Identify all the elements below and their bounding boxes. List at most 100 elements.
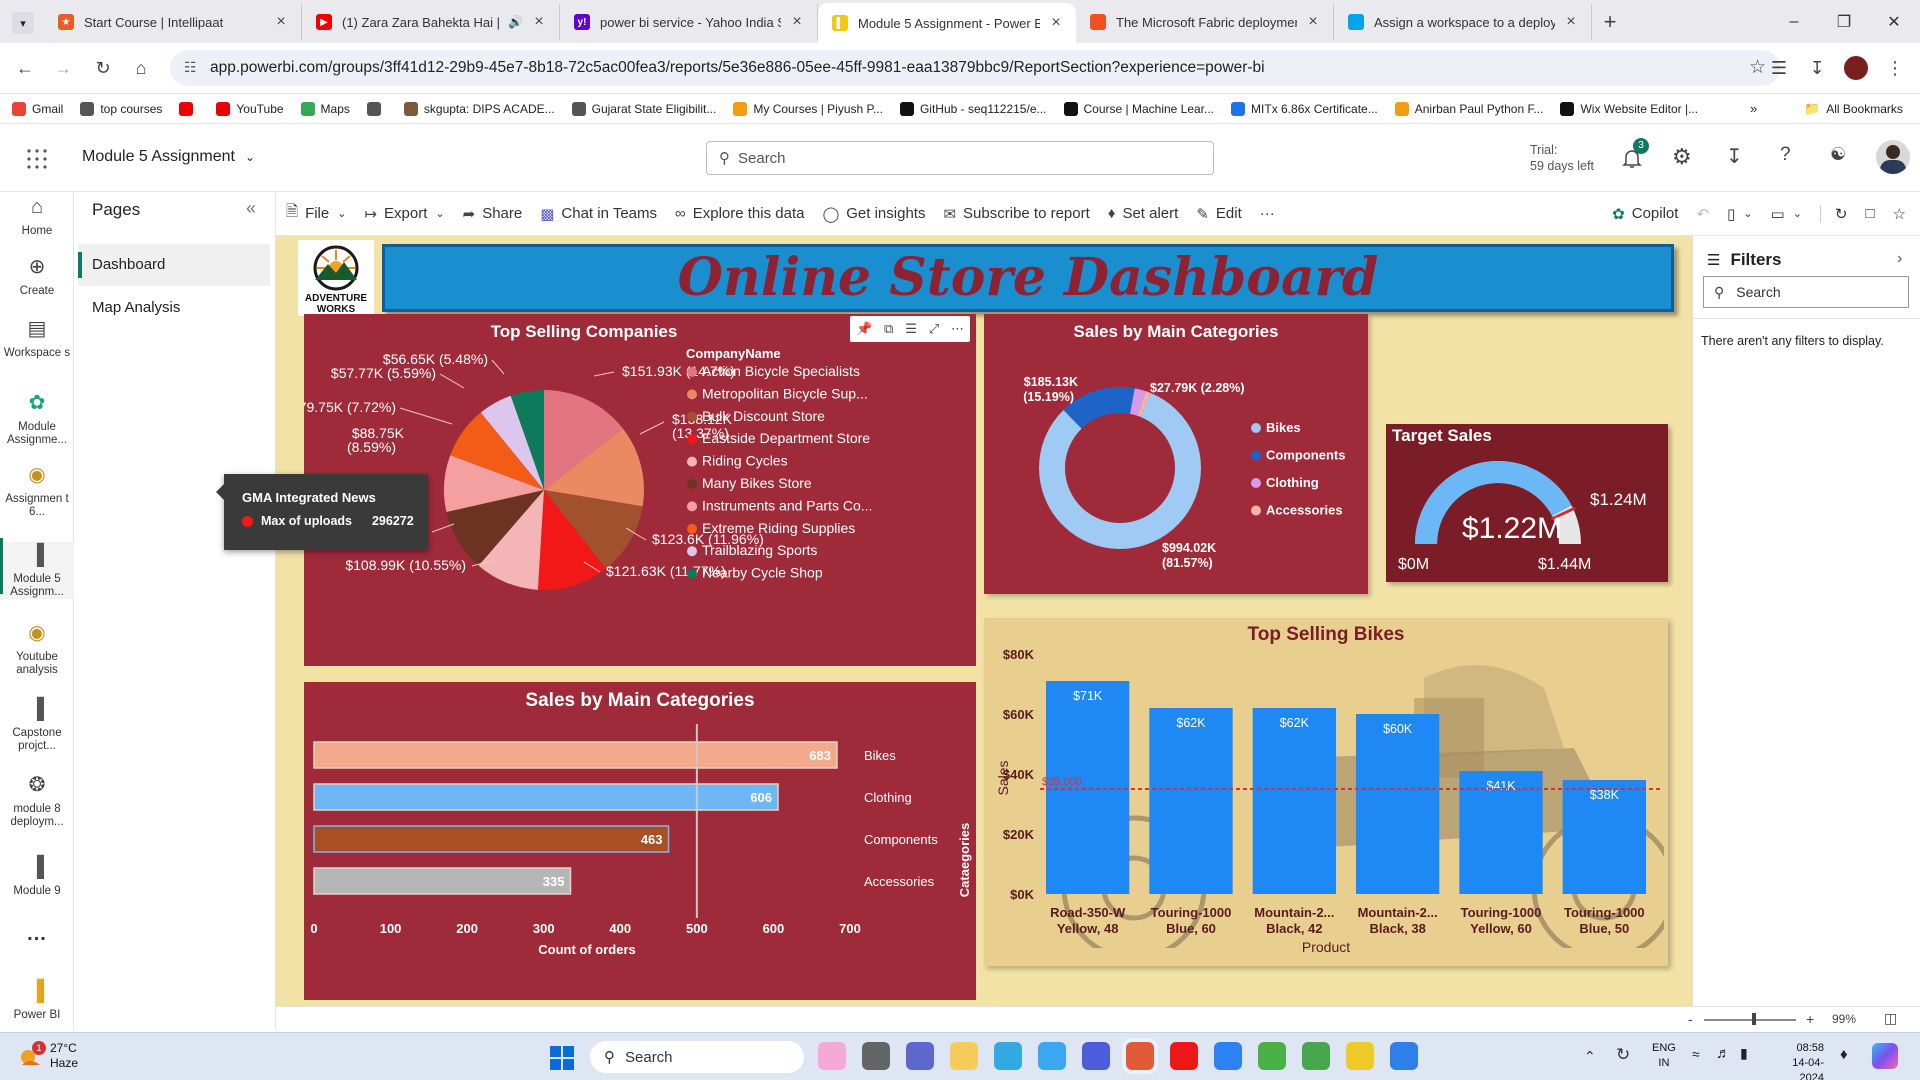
file-explorer-icon[interactable]	[950, 1042, 978, 1070]
tab-close-icon[interactable]: ×	[1563, 13, 1579, 31]
facebook-icon[interactable]	[1214, 1042, 1242, 1070]
weather-icon[interactable]: 1	[16, 1041, 46, 1069]
category-bar[interactable]	[313, 867, 572, 895]
bookmark-item[interactable]: Wix Website Editor |...	[1560, 101, 1698, 116]
profile-avatar[interactable]	[1844, 56, 1868, 80]
legend-label[interactable]: Bikes	[1266, 420, 1301, 435]
legend-label[interactable]: Riding Cycles	[702, 453, 788, 469]
bike-bar[interactable]	[1356, 714, 1440, 894]
language-indicator[interactable]: ENG IN	[1652, 1041, 1676, 1071]
powerbi-icon[interactable]	[1346, 1042, 1374, 1070]
explore-data-button[interactable]: ∞ Explore this data	[675, 205, 804, 222]
media-control-icon[interactable]: ☰	[1766, 55, 1792, 81]
legend-label[interactable]: Accessories	[1266, 503, 1343, 518]
edit-button[interactable]: ✎ Edit	[1196, 205, 1241, 223]
back-icon[interactable]: ←	[12, 55, 38, 81]
notepad-icon[interactable]	[1390, 1042, 1418, 1070]
tab-close-icon[interactable]: ×	[531, 13, 547, 31]
browser-tab[interactable]: ★ Start Course | Intellipaat ×	[44, 4, 302, 40]
bookmark-star-icon[interactable]: ☆	[1749, 56, 1766, 79]
home-icon[interactable]: ⌂	[128, 55, 154, 81]
bookmark-item[interactable]: Course | Machine Lear...	[1063, 101, 1214, 116]
get-insights-button[interactable]: ◯ Get insights	[822, 205, 925, 223]
set-alert-button[interactable]: ♦ Set alert	[1108, 205, 1179, 222]
bookmark-item[interactable]: Gmail	[12, 101, 63, 116]
mail-icon[interactable]	[1038, 1042, 1066, 1070]
collapse-pages-icon[interactable]: «	[246, 198, 256, 219]
bookmark-item[interactable]: My Courses | Piyush P...	[733, 101, 883, 116]
copilot-taskbar-icon[interactable]	[1872, 1043, 1898, 1069]
user-avatar[interactable]	[1876, 140, 1910, 174]
share-button[interactable]: ➦ Share	[463, 205, 523, 223]
wifi-icon[interactable]: ≈	[1692, 1046, 1700, 1062]
nav-item[interactable]: ...	[0, 924, 74, 944]
bookmark-item[interactable]: top courses	[80, 101, 162, 116]
nav-item[interactable]: ▐ Module 5 Assignm...	[0, 538, 74, 599]
focus-mode-icon[interactable]: ⤢	[929, 321, 939, 337]
sales-by-category-bar-visual[interactable]: Sales by Main Categories 683 Bikes 606 Clot…	[304, 682, 976, 1000]
teams-icon[interactable]	[906, 1042, 934, 1070]
minimize-button[interactable]: –	[1772, 0, 1816, 43]
bookmark-item[interactable]	[366, 101, 387, 116]
volume-icon[interactable]: ♬	[1716, 1045, 1731, 1062]
excel-icon[interactable]	[1258, 1042, 1286, 1070]
site-info-icon[interactable]: ☷	[184, 59, 197, 76]
tab-close-icon[interactable]: ×	[273, 13, 289, 31]
tab-search-button[interactable]: ▾	[12, 12, 34, 34]
url-field[interactable]: ☷ app.powerbi.com/groups/3ff41d12-29b9-4…	[170, 50, 1780, 86]
legend-label[interactable]: Components	[1266, 448, 1345, 463]
filter-icon[interactable]: ☰	[905, 321, 917, 337]
bookmark-item[interactable]: Maps	[300, 101, 350, 116]
download-icon[interactable]: ↧	[1726, 144, 1743, 169]
category-bar[interactable]	[313, 741, 838, 769]
youtube-icon[interactable]	[1170, 1042, 1198, 1070]
zoom-slider-track[interactable]	[1704, 1019, 1796, 1021]
nav-item[interactable]: ▤ Workspace s	[0, 316, 74, 360]
reload-icon[interactable]: ↻	[90, 55, 116, 81]
search-box[interactable]: ⚲ Search	[706, 141, 1214, 175]
tab-close-icon[interactable]: ×	[1305, 13, 1321, 31]
legend-label[interactable]: Metropolitan Bicycle Sup...	[702, 385, 868, 401]
legend-label[interactable]: Many Bikes Store	[702, 475, 812, 491]
store-icon[interactable]	[1082, 1042, 1110, 1070]
downloads-icon[interactable]: ↧	[1804, 55, 1830, 81]
browser-tab[interactable]: ▶ (1) Zara Zara Bahekta Hai | Jal 🔊 ×	[302, 4, 560, 40]
edge-icon[interactable]	[994, 1042, 1022, 1070]
tab-close-icon[interactable]: ×	[1048, 14, 1064, 32]
comment-icon[interactable]: □	[1865, 205, 1874, 222]
undo-icon[interactable]: ↶	[1696, 205, 1709, 223]
pin-icon[interactable]: 📌	[856, 321, 872, 337]
subscribe-button[interactable]: ✉ Subscribe to report	[943, 205, 1089, 223]
forward-icon[interactable]: →	[50, 55, 76, 81]
zoom-slider-thumb[interactable]	[1752, 1013, 1756, 1025]
chrome-icon[interactable]	[1126, 1042, 1154, 1070]
nav-item[interactable]: ✿ Module Assignme...	[0, 390, 74, 447]
nav-item[interactable]: ◉ Assignmen t 6...	[0, 462, 74, 519]
tab-close-icon[interactable]: ×	[789, 13, 805, 31]
speaker-icon[interactable]: 🔊	[508, 15, 523, 29]
legend-label[interactable]: Clothing	[1266, 475, 1319, 490]
notifications-bell-icon[interactable]: 3	[1620, 138, 1649, 170]
collapse-filters-icon[interactable]: ›	[1897, 250, 1902, 268]
help-icon[interactable]: ?	[1780, 144, 1791, 166]
category-bar[interactable]	[313, 825, 670, 853]
notification-bell-icon[interactable]: ♦	[1840, 1046, 1848, 1063]
sync-icon[interactable]: ↻	[1616, 1045, 1630, 1065]
browser-tab[interactable]: Assign a workspace to a deployme ×	[1334, 4, 1592, 40]
nav-item[interactable]: ◉ Youtube analysis	[0, 620, 74, 677]
task-view-icon[interactable]	[862, 1042, 890, 1070]
page-tab-map-analysis[interactable]: Map Analysis	[92, 299, 180, 316]
chat-in-teams-button[interactable]: ▩ Chat in Teams	[540, 205, 657, 223]
battery-icon[interactable]: ▮	[1740, 1045, 1748, 1062]
category-bar[interactable]	[313, 783, 779, 811]
nav-item[interactable]: ⌂ Home	[0, 194, 74, 238]
windows-start-icon[interactable]	[550, 1046, 574, 1070]
bookmark-item[interactable]: MITx 6.86x Certificate...	[1231, 101, 1378, 116]
zoom-in-button[interactable]: +	[1806, 1011, 1814, 1027]
top-selling-bikes-visual[interactable]: Top Selling Bikes $0K $20K $40K $60K $80K Sal…	[984, 618, 1668, 966]
legend-label[interactable]: Bulk Discount Store	[702, 408, 825, 424]
report-name-menu[interactable]: Module 5 Assignment ⌄	[82, 148, 255, 166]
restore-button[interactable]: ❐	[1822, 0, 1866, 43]
nav-item[interactable]: ▐ Capstone projct...	[0, 696, 74, 753]
weather-widget[interactable]: 27°C Haze	[50, 1041, 78, 1071]
